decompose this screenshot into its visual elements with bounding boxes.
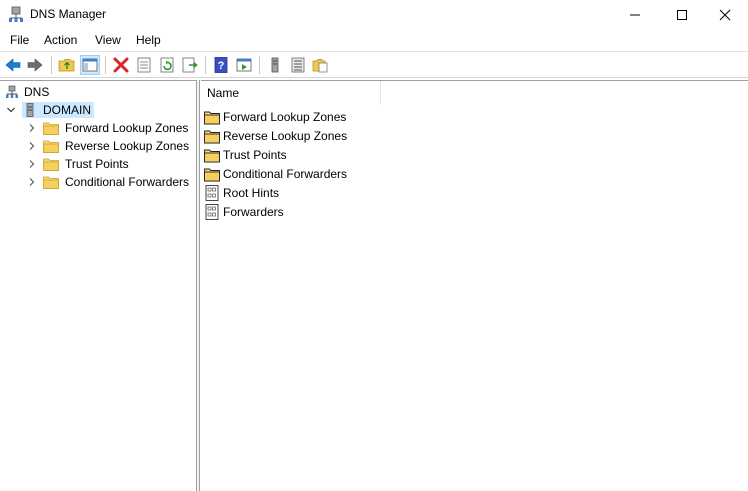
chevron-right-icon[interactable] [27, 159, 37, 169]
folder-icon [43, 122, 59, 135]
chevron-right-icon[interactable] [27, 123, 37, 133]
chevron-right-icon[interactable] [27, 141, 37, 151]
pane-splitter[interactable] [197, 80, 200, 491]
properties-icon [205, 203, 219, 220]
tree-selection: DOMAIN [22, 102, 94, 118]
menu-help[interactable]: Help [136, 33, 161, 47]
list-item-label: Root Hints [223, 185, 280, 200]
arrow-right-icon[interactable] [26, 56, 44, 74]
list-item[interactable]: Forwarders [204, 202, 284, 221]
list-item[interactable]: Reverse Lookup Zones [204, 126, 347, 145]
delete-icon[interactable] [112, 56, 130, 74]
list-item-label: Forwarders [223, 204, 284, 219]
tree-label: DOMAIN [43, 103, 91, 117]
minimize-icon [630, 14, 640, 15]
tree-label: DNS [24, 85, 50, 99]
console-tree: DNS DOMAIN Forward Lookup Zones Reverse … [0, 80, 197, 491]
server-icon [26, 103, 34, 117]
tree-item-conditional-forwarders[interactable]: Conditional Forwarders [27, 173, 189, 191]
chevron-down-icon[interactable] [6, 105, 16, 115]
folder-document-icon[interactable] [311, 56, 329, 74]
list-view-icon[interactable] [289, 56, 307, 74]
properties-icon[interactable] [135, 56, 153, 74]
action-pane-icon[interactable] [235, 56, 253, 74]
tree-item-dns[interactable]: DNS [6, 83, 49, 101]
server-icon[interactable] [266, 56, 284, 74]
close-icon [719, 9, 731, 20]
menu-file[interactable]: File [10, 33, 29, 47]
tree-item-forward-lookup-zones[interactable]: Forward Lookup Zones [27, 119, 188, 137]
dns-server-icon [6, 85, 18, 98]
tree-label: Conditional Forwarders [65, 175, 190, 189]
dns-server-icon [9, 6, 23, 22]
chevron-right-icon[interactable] [27, 177, 37, 187]
folder-icon [204, 111, 220, 124]
tree-label: Trust Points [65, 157, 129, 171]
list-item[interactable]: Forward Lookup Zones [204, 107, 346, 126]
toolbar-separator [205, 56, 206, 74]
folder-icon [43, 158, 59, 171]
toolbar-separator [51, 56, 52, 74]
menu-action[interactable]: Action [44, 33, 77, 47]
arrow-left-icon[interactable] [4, 56, 22, 74]
folder-icon [204, 168, 220, 181]
svg-text:?: ? [218, 60, 225, 72]
tree-item-trust-points[interactable]: Trust Points [27, 155, 129, 173]
toolbar: ? [0, 51, 748, 78]
refresh-icon[interactable] [158, 56, 176, 74]
show-hide-console-tree-icon[interactable] [80, 55, 100, 75]
tree-label: Reverse Lookup Zones [65, 139, 190, 153]
list-item-label: Forward Lookup Zones [223, 109, 347, 124]
list-item[interactable]: Root Hints [204, 183, 279, 202]
export-list-icon[interactable] [181, 56, 199, 74]
up-folder-icon[interactable] [58, 56, 76, 74]
column-header-name[interactable]: Name [201, 81, 381, 105]
tree-item-domain[interactable]: DOMAIN [6, 101, 94, 119]
list-item-label: Reverse Lookup Zones [223, 128, 348, 143]
tree-item-reverse-lookup-zones[interactable]: Reverse Lookup Zones [27, 137, 189, 155]
maximize-button[interactable] [659, 0, 705, 29]
folder-icon [204, 149, 220, 162]
details-pane: Name Forward Lookup Zones Reverse Lookup… [201, 80, 748, 491]
close-button[interactable] [702, 0, 748, 29]
folder-icon [43, 176, 59, 189]
list-item-label: Trust Points [223, 147, 287, 162]
minimize-button[interactable] [612, 0, 658, 29]
window-title: DNS Manager [30, 7, 107, 21]
maximize-icon [677, 9, 687, 20]
folder-icon [204, 130, 220, 143]
folder-icon [43, 140, 59, 153]
properties-icon [205, 184, 219, 201]
title-bar: DNS Manager [0, 0, 748, 29]
help-icon[interactable]: ? [212, 56, 230, 74]
tree-label: Forward Lookup Zones [65, 121, 189, 135]
menu-view[interactable]: View [95, 33, 121, 47]
menu-bar: File Action View Help [0, 29, 748, 51]
list-item[interactable]: Trust Points [204, 145, 287, 164]
toolbar-separator [105, 56, 106, 74]
list-item[interactable]: Conditional Forwarders [204, 164, 347, 183]
toolbar-separator [259, 56, 260, 74]
list-item-label: Conditional Forwarders [223, 166, 348, 181]
